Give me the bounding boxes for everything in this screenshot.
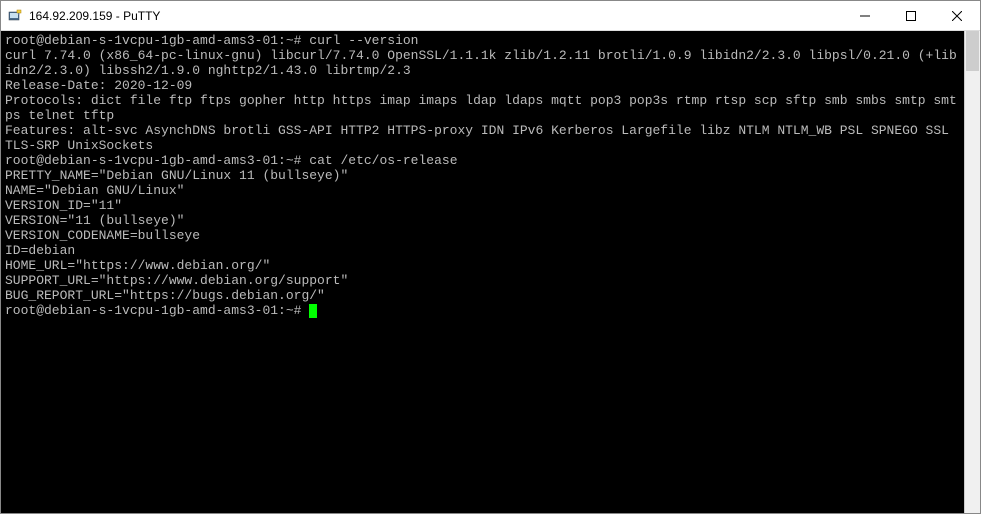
- terminal-output: VERSION="11 (bullseye)": [5, 213, 960, 228]
- terminal-output: ID=debian: [5, 243, 960, 258]
- terminal-output: HOME_URL="https://www.debian.org/": [5, 258, 960, 273]
- shell-prompt: root@debian-s-1vcpu-1gb-amd-ams3-01:~#: [5, 303, 301, 318]
- terminal-output: NAME="Debian GNU/Linux": [5, 183, 960, 198]
- window-title: 164.92.209.159 - PuTTY: [29, 9, 842, 23]
- terminal-area: root@debian-s-1vcpu-1gb-amd-ams3-01:~# c…: [1, 31, 980, 513]
- terminal-output: Features: alt-svc AsynchDNS brotli GSS-A…: [5, 123, 960, 153]
- shell-prompt: root@debian-s-1vcpu-1gb-amd-ams3-01:~#: [5, 33, 301, 48]
- command-text: cat /etc/os-release: [309, 153, 457, 168]
- putty-window: 164.92.209.159 - PuTTY root@debian-s-1vc…: [0, 0, 981, 514]
- scrollbar[interactable]: [964, 31, 980, 513]
- terminal-output: curl 7.74.0 (x86_64-pc-linux-gnu) libcur…: [5, 48, 960, 78]
- window-controls: [842, 1, 980, 30]
- terminal-output: Protocols: dict file ftp ftps gopher htt…: [5, 93, 960, 123]
- terminal-output: SUPPORT_URL="https://www.debian.org/supp…: [5, 273, 960, 288]
- terminal[interactable]: root@debian-s-1vcpu-1gb-amd-ams3-01:~# c…: [1, 31, 964, 513]
- command-text: curl --version: [309, 33, 418, 48]
- shell-prompt: root@debian-s-1vcpu-1gb-amd-ams3-01:~#: [5, 153, 301, 168]
- scrollbar-thumb[interactable]: [966, 31, 979, 71]
- close-button[interactable]: [934, 1, 980, 30]
- terminal-output: BUG_REPORT_URL="https://bugs.debian.org/…: [5, 288, 960, 303]
- cursor: [309, 304, 317, 318]
- titlebar[interactable]: 164.92.209.159 - PuTTY: [1, 1, 980, 31]
- terminal-output: Release-Date: 2020-12-09: [5, 78, 960, 93]
- minimize-button[interactable]: [842, 1, 888, 30]
- terminal-output: VERSION_CODENAME=bullseye: [5, 228, 960, 243]
- maximize-button[interactable]: [888, 1, 934, 30]
- terminal-output: VERSION_ID="11": [5, 198, 960, 213]
- terminal-output: PRETTY_NAME="Debian GNU/Linux 11 (bullse…: [5, 168, 960, 183]
- putty-icon: [7, 8, 23, 24]
